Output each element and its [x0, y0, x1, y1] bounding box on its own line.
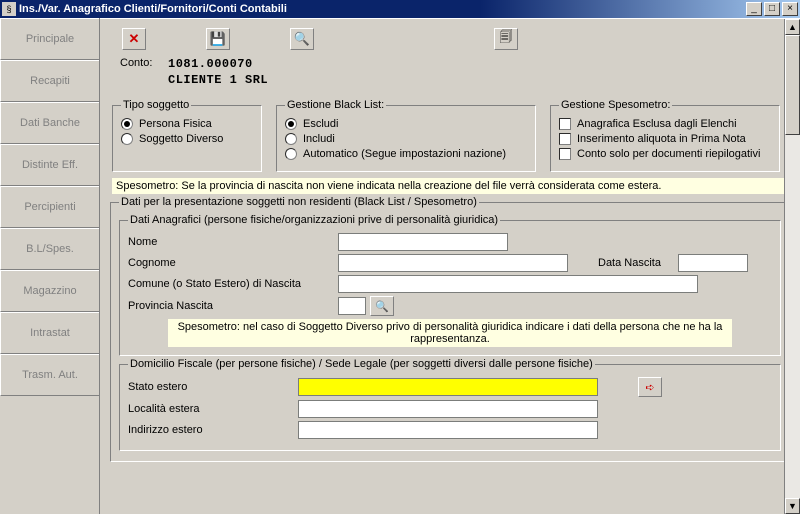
label-persona-fisica: Persona Fisica: [139, 118, 212, 130]
tab-percipienti[interactable]: Percipienti: [0, 186, 99, 228]
tipo-soggetto-group: Tipo soggetto Persona Fisica Soggetto Di…: [112, 99, 262, 172]
vertical-scrollbar[interactable]: ▲ ▼: [784, 19, 800, 514]
datanascita-label: Data Nascita: [598, 257, 678, 269]
app-icon: §: [2, 2, 16, 16]
label-includi: Includi: [303, 133, 335, 145]
note-provincia: Spesometro: Se la provincia di nascita n…: [112, 178, 788, 194]
label-aliquota: Inserimento aliquota in Prima Nota: [577, 133, 746, 145]
nome-input[interactable]: [338, 233, 508, 251]
indirizzo-estero-input[interactable]: [298, 421, 598, 439]
nome-label: Nome: [128, 236, 338, 248]
close-button[interactable]: ×: [782, 2, 798, 16]
blacklist-group: Gestione Black List: Escludi Includi Aut…: [276, 99, 536, 172]
stato-estero-input[interactable]: [298, 378, 598, 396]
search-button[interactable]: 🔍: [290, 28, 314, 50]
toolbar: ✕ 💾 🔍 🗐: [106, 25, 794, 53]
stato-estero-action-button[interactable]: ➪: [638, 377, 662, 397]
dati-presentazione-legend: Dati per la presentazione soggetti non r…: [119, 196, 479, 208]
indirizzo-estero-label: Indirizzo estero: [128, 424, 298, 436]
conto-code: 1081.000070: [168, 57, 253, 71]
save-icon: 💾: [210, 31, 226, 47]
tab-intrastat[interactable]: Intrastat: [0, 312, 99, 354]
tab-principale[interactable]: Principale: [0, 18, 99, 60]
search-icon: 🔍: [294, 31, 310, 47]
conto-label: Conto:: [120, 57, 168, 71]
provincia-lookup-button[interactable]: 🔍: [370, 296, 394, 316]
blacklist-legend: Gestione Black List:: [285, 99, 386, 111]
domicilio-fiscale-legend: Domicilio Fiscale (per persone fisiche) …: [128, 358, 595, 370]
stato-estero-label: Stato estero: [128, 381, 298, 393]
radio-includi[interactable]: [285, 133, 297, 145]
cancel-button[interactable]: ✕: [122, 28, 146, 50]
domicilio-fiscale-group: Domicilio Fiscale (per persone fisiche) …: [119, 358, 781, 451]
save-button[interactable]: 💾: [206, 28, 230, 50]
tab-dati-banche[interactable]: Dati Banche: [0, 102, 99, 144]
print-button[interactable]: 🗐: [494, 28, 518, 50]
provincia-input[interactable]: [338, 297, 366, 315]
cognome-input[interactable]: [338, 254, 568, 272]
note-soggetto-diverso: Spesometro: nel caso di Soggetto Diverso…: [168, 319, 732, 347]
check-esclusa[interactable]: [559, 118, 571, 130]
scroll-thumb[interactable]: [785, 35, 800, 135]
content-panel: ✕ 💾 🔍 🗐 Conto: 1081.000070 CLIENTE 1 SRL…: [100, 18, 800, 514]
search-icon: 🔍: [375, 300, 389, 313]
provincia-label: Provincia Nascita: [128, 300, 338, 312]
vertical-tabs: Principale Recapiti Dati Banche Distinte…: [0, 18, 100, 514]
tab-bl-spes[interactable]: B.L/Spes.: [0, 228, 99, 270]
tab-magazzino[interactable]: Magazzino: [0, 270, 99, 312]
dati-presentazione-group: Dati per la presentazione soggetti non r…: [110, 196, 790, 462]
print-icon: 🗐: [500, 28, 513, 50]
cognome-label: Cognome: [128, 257, 338, 269]
radio-escludi[interactable]: [285, 118, 297, 130]
tab-distinte[interactable]: Distinte Eff.: [0, 144, 99, 186]
radio-automatico[interactable]: [285, 148, 297, 160]
label-riepilog: Conto solo per documenti riepilogativi: [577, 148, 760, 160]
dati-anagrafici-legend: Dati Anagrafici (persone fisiche/organiz…: [128, 214, 500, 226]
datanascita-input[interactable]: [678, 254, 748, 272]
tipo-soggetto-legend: Tipo soggetto: [121, 99, 191, 111]
dati-anagrafici-group: Dati Anagrafici (persone fisiche/organiz…: [119, 214, 781, 356]
label-automatico: Automatico (Segue impostazioni nazione): [303, 148, 506, 160]
check-aliquota[interactable]: [559, 133, 571, 145]
label-escludi: Escludi: [303, 118, 338, 130]
label-soggetto-diverso: Soggetto Diverso: [139, 133, 223, 145]
arrow-right-icon: ➪: [645, 381, 654, 394]
localita-estera-label: Località estera: [128, 403, 298, 415]
conto-name: CLIENTE 1 SRL: [168, 73, 794, 87]
tab-trasm-aut[interactable]: Trasm. Aut.: [0, 354, 99, 396]
spesometro-legend: Gestione Spesometro:: [559, 99, 672, 111]
radio-persona-fisica[interactable]: [121, 118, 133, 130]
titlebar: § Ins./Var. Anagrafico Clienti/Fornitori…: [0, 0, 800, 18]
scroll-up-button[interactable]: ▲: [785, 19, 800, 35]
spesometro-group: Gestione Spesometro: Anagrafica Esclusa …: [550, 99, 780, 172]
maximize-button[interactable]: □: [764, 2, 780, 16]
label-esclusa: Anagrafica Esclusa dagli Elenchi: [577, 118, 737, 130]
scroll-down-button[interactable]: ▼: [785, 498, 800, 514]
tab-recapiti[interactable]: Recapiti: [0, 60, 99, 102]
comune-label: Comune (o Stato Estero) di Nascita: [128, 278, 338, 290]
minimize-button[interactable]: _: [746, 2, 762, 16]
close-icon: ✕: [129, 31, 140, 47]
window-title: Ins./Var. Anagrafico Clienti/Fornitori/C…: [19, 3, 746, 15]
comune-input[interactable]: [338, 275, 698, 293]
check-riepilog[interactable]: [559, 148, 571, 160]
radio-soggetto-diverso[interactable]: [121, 133, 133, 145]
localita-estera-input[interactable]: [298, 400, 598, 418]
scroll-track[interactable]: [785, 35, 800, 498]
